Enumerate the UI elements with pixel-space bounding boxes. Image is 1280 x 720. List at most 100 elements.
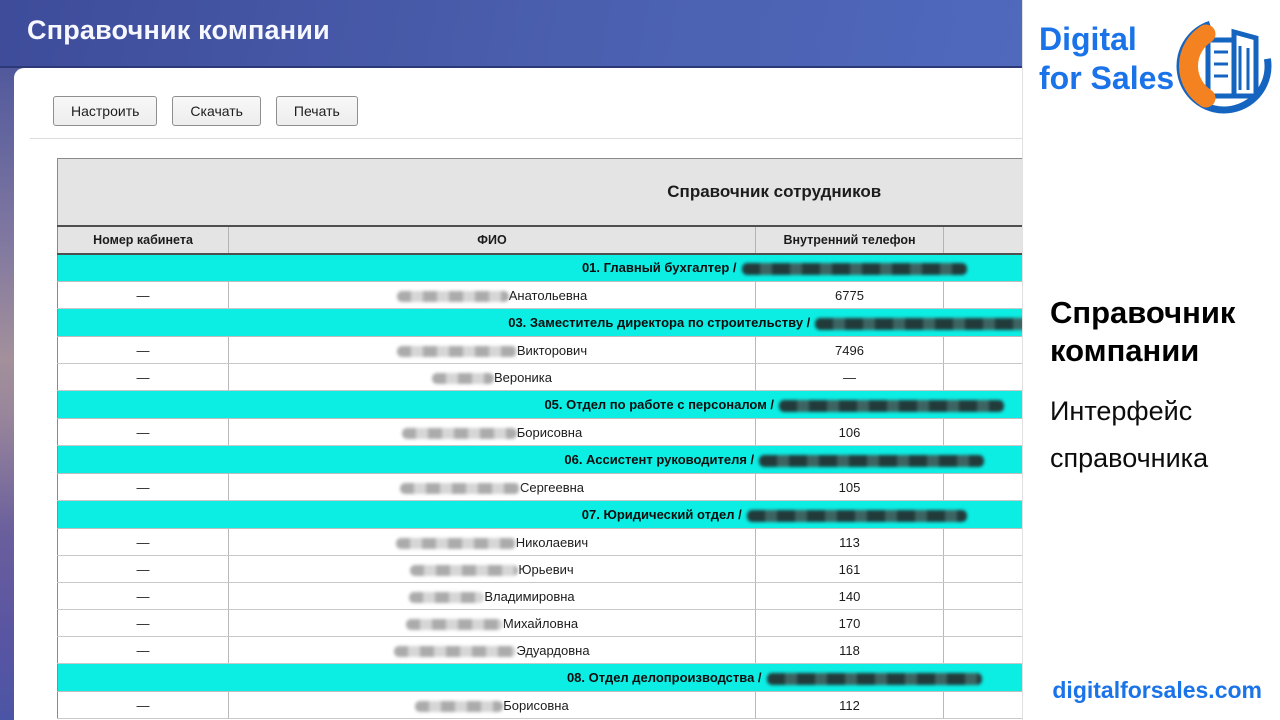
table-row: — Эдуардовна 118 <box>57 636 1022 664</box>
redacted-text <box>395 537 516 549</box>
toolbar-divider <box>30 138 1022 139</box>
redacted-text <box>815 317 1022 330</box>
table-row: — Юрьевич 161 <box>57 555 1022 583</box>
name-cell: Анатольевна <box>228 281 756 309</box>
table-row: — Николаевич 113 <box>57 528 1022 556</box>
name-cell: Викторович <box>228 336 756 364</box>
room-cell: — <box>57 555 229 583</box>
redacted-text <box>394 645 517 657</box>
name-suffix: Эдуардовна <box>516 642 590 658</box>
section-label: 03. Заместитель директора по строительст… <box>508 315 811 330</box>
extra-cell <box>943 528 1022 556</box>
redacted-text <box>399 482 520 494</box>
configure-button[interactable]: Настроить <box>53 96 158 126</box>
room-cell: — <box>57 636 229 664</box>
website-link[interactable]: digitalforsales.com <box>1052 677 1262 704</box>
name-cell: Борисовна <box>228 418 756 446</box>
table-row: — Анатольевна 6775 <box>57 281 1022 309</box>
col-header-fio: ФИО <box>228 225 756 255</box>
table-row: — Борисовна 112 <box>57 691 1022 719</box>
name-suffix: Анатольевна <box>508 287 588 303</box>
section-cell: 01. Главный бухгалтер / <box>57 253 1022 282</box>
panel-subheading: Интерфейс справочника <box>1050 396 1209 473</box>
redacted-text <box>415 700 504 712</box>
table-row: — Борисовна 106 <box>57 418 1022 446</box>
col-header-room: Номер кабинета <box>57 225 229 255</box>
phone-cell: 7496 <box>755 336 944 364</box>
redacted-text <box>401 427 517 439</box>
section-row: 01. Главный бухгалтер / <box>57 253 1022 282</box>
name-suffix: Вероника <box>493 369 552 385</box>
col-header-phone: Внутренний телефон <box>755 225 944 255</box>
redacted-text <box>410 564 519 576</box>
redacted-text <box>746 509 967 522</box>
phone-cell: 105 <box>755 473 944 501</box>
app-screenshot-region: Справочник компании Настроить Скачать Пе… <box>0 0 1022 720</box>
name-cell: Юрьевич <box>228 555 756 583</box>
section-cell: 06. Ассистент руководителя / <box>57 445 1022 474</box>
table-row: — Викторович 7496 <box>57 336 1022 364</box>
room-cell: — <box>57 582 229 610</box>
download-button[interactable]: Скачать <box>172 96 261 126</box>
section-label: 06. Ассистент руководителя / <box>564 452 755 467</box>
room-cell: — <box>57 691 229 719</box>
room-cell: — <box>57 336 229 364</box>
section-cell: 05. Отдел по работе с персоналом / <box>57 390 1022 419</box>
page-title: Справочник компании <box>27 15 330 45</box>
employee-table-body: 01. Главный бухгалтер / — Анатольевна 6775 0… <box>57 253 1022 719</box>
phone-cell: 113 <box>755 528 944 556</box>
name-cell: Михайловна <box>228 609 756 637</box>
extra-cell <box>943 473 1022 501</box>
section-label: 05. Отдел по работе с персоналом / <box>544 397 775 412</box>
name-suffix: Николаевич <box>515 534 589 550</box>
extra-cell <box>943 336 1022 364</box>
content-card: Настроить Скачать Печать Справочник сотр… <box>14 68 1022 720</box>
section-row: 08. Отдел делопроизводства / <box>57 663 1022 692</box>
table-row: — Михайловна 170 <box>57 609 1022 637</box>
extra-cell <box>943 691 1022 719</box>
table-viewport: Справочник сотрудников Номер кабинета ФИ… <box>57 158 1022 720</box>
brand-name: Digital for Sales <box>1039 20 1174 98</box>
name-suffix: Викторович <box>516 342 588 358</box>
extra-cell <box>943 281 1022 309</box>
phone-cell: — <box>755 363 944 391</box>
extra-cell <box>943 555 1022 583</box>
section-cell: 08. Отдел делопроизводства / <box>57 663 1022 692</box>
phone-cell: 118 <box>755 636 944 664</box>
redacted-text <box>396 290 509 302</box>
room-cell: — <box>57 609 229 637</box>
phone-cell: 170 <box>755 609 944 637</box>
name-suffix: Сергеевна <box>519 479 585 495</box>
redacted-text <box>779 399 1005 412</box>
section-label: 08. Отдел делопроизводства / <box>566 670 762 685</box>
redacted-text <box>405 618 503 630</box>
table-row: — Владимировна 140 <box>57 582 1022 610</box>
redacted-text <box>766 672 982 685</box>
section-label: 01. Главный бухгалтер / <box>581 260 737 276</box>
name-suffix: Борисовна <box>503 697 569 713</box>
print-button[interactable]: Печать <box>275 96 358 126</box>
name-cell: Сергеевна <box>228 473 756 501</box>
table-row: — Вероника — <box>57 363 1022 391</box>
phone-cell: 161 <box>755 555 944 583</box>
name-suffix: Юрьевич <box>518 561 574 577</box>
phone-cell: 112 <box>755 691 944 719</box>
extra-cell <box>943 636 1022 664</box>
extra-cell <box>943 363 1022 391</box>
name-suffix: Борисовна <box>516 424 583 440</box>
name-cell: Борисовна <box>228 691 756 719</box>
table-header-row: Номер кабинета ФИО Внутренний телефон <box>57 225 1022 255</box>
extra-cell <box>943 609 1022 637</box>
name-suffix: Владимировна <box>484 588 575 604</box>
section-row: 07. Юридический отдел / <box>57 500 1022 529</box>
redacted-text <box>431 372 494 384</box>
name-cell: Вероника <box>228 363 756 391</box>
room-cell: — <box>57 418 229 446</box>
panel-heading: Справочник компании <box>1050 295 1236 368</box>
phone-cell: 6775 <box>755 281 944 309</box>
redacted-text <box>741 262 967 275</box>
table-title-row: Справочник сотрудников <box>57 158 1022 227</box>
side-panel: Digital for Sales Справочник компании Ин… <box>1022 0 1280 720</box>
employee-table: Справочник сотрудников Номер кабинета ФИ… <box>57 158 1022 719</box>
section-row: 03. Заместитель директора по строительст… <box>57 308 1022 337</box>
